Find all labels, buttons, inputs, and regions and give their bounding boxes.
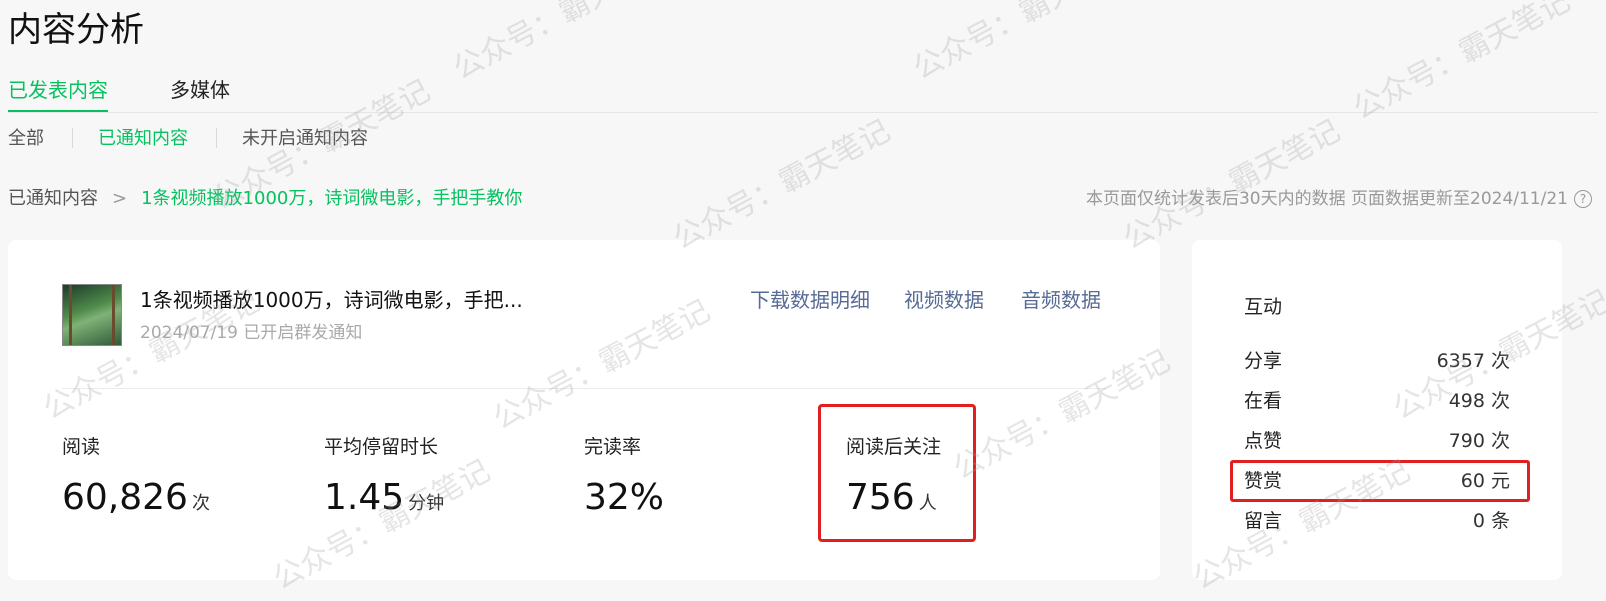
metric-looking: 在看 498 次 bbox=[1244, 388, 1510, 414]
article-thumbnail bbox=[62, 284, 122, 346]
download-data-link[interactable]: 下载数据明细 bbox=[750, 284, 870, 313]
stat-label: 平均停留时长 bbox=[324, 436, 439, 458]
stat-completion-rate: 完读率 32% bbox=[584, 432, 668, 518]
metric-value: 790 次 bbox=[1448, 430, 1510, 452]
metric-label: 点赞 bbox=[1244, 430, 1283, 452]
page-title: 内容分析 bbox=[8, 10, 144, 50]
stat-unit: 分钟 bbox=[408, 493, 445, 514]
stats-note: 本页面仅统计发表后30天内的数据 页面数据更新至2024/11/21? bbox=[1086, 184, 1592, 209]
stat-value: 32% bbox=[584, 477, 665, 518]
chevron-right-icon: > bbox=[112, 188, 128, 209]
metric-likes: 点赞 790 次 bbox=[1244, 428, 1510, 454]
stat-value: 1.45 bbox=[324, 477, 405, 518]
stat-avg-duration: 平均停留时长 1.45 分钟 bbox=[324, 432, 444, 518]
article-publish-info: 2024/07/19 已开启群发通知 bbox=[140, 323, 363, 343]
tab-published-content[interactable]: 已发表内容 bbox=[8, 76, 108, 112]
metric-value: 6357 次 bbox=[1436, 350, 1510, 372]
metric-label: 留言 bbox=[1244, 510, 1283, 532]
stats-note-text: 本页面仅统计发表后30天内的数据 页面数据更新至2024/11/21 bbox=[1085, 189, 1568, 209]
tab-multimedia[interactable]: 多媒体 bbox=[170, 76, 230, 110]
stat-unit: 次 bbox=[191, 493, 210, 514]
interaction-card: 互动 分享 6357 次 在看 498 次 点赞 790 次 赞赏 60 元 留… bbox=[1192, 240, 1562, 580]
metric-comments: 留言 0 条 bbox=[1244, 508, 1510, 534]
breadcrumb: 已通知内容 >1条视频播放1000万，诗词微电影，手把手教你 bbox=[8, 184, 522, 210]
subtab-notified[interactable]: 已通知内容 bbox=[98, 124, 188, 150]
card-divider bbox=[62, 388, 1106, 389]
metric-label: 分享 bbox=[1244, 350, 1283, 372]
subtab-not-notified[interactable]: 未开启通知内容 bbox=[242, 124, 368, 150]
content-tabs: 已发表内容 多媒体 bbox=[8, 70, 1598, 113]
metric-value: 0 条 bbox=[1472, 510, 1510, 532]
metric-value: 498 次 bbox=[1448, 390, 1510, 412]
watermark-text: 公众号：霸天笔记 bbox=[1117, 113, 1346, 257]
watermark-text: 公众号：霸天笔记 bbox=[667, 113, 896, 257]
interaction-title: 互动 bbox=[1244, 296, 1283, 318]
metric-label: 在看 bbox=[1244, 390, 1283, 412]
audio-data-link[interactable]: 音频数据 bbox=[1021, 284, 1101, 313]
stat-value: 60,826 bbox=[62, 477, 188, 518]
highlight-box-follows bbox=[818, 404, 976, 542]
stat-reads: 阅读 60,826 次 bbox=[62, 432, 210, 518]
metric-share: 分享 6357 次 bbox=[1244, 348, 1510, 374]
stat-label: 完读率 bbox=[584, 436, 642, 458]
subtab-divider bbox=[216, 128, 217, 148]
stat-label: 阅读 bbox=[62, 436, 101, 458]
breadcrumb-root-link[interactable]: 已通知内容 bbox=[8, 188, 98, 209]
article-stats-card: 1条视频播放1000万，诗词微电影，手把... 2024/07/19 已开启群发… bbox=[8, 240, 1160, 580]
breadcrumb-current: 1条视频播放1000万，诗词微电影，手把手教你 bbox=[141, 188, 523, 209]
help-icon[interactable]: ? bbox=[1574, 190, 1592, 208]
subtab-divider bbox=[72, 128, 73, 148]
article-title[interactable]: 1条视频播放1000万，诗词微电影，手把... bbox=[140, 284, 523, 313]
highlight-box-rewards bbox=[1230, 460, 1530, 502]
video-data-link[interactable]: 视频数据 bbox=[904, 284, 984, 313]
subtab-all[interactable]: 全部 bbox=[8, 124, 44, 150]
